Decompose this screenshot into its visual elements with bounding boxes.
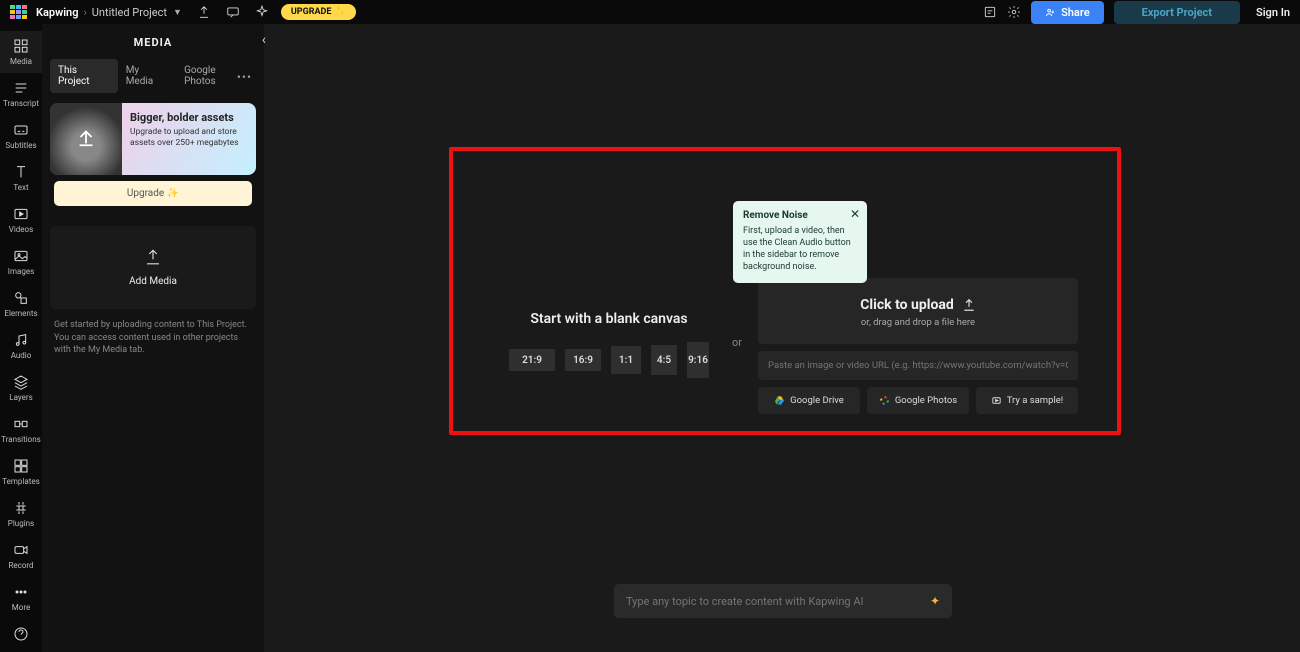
- add-media-button[interactable]: Add Media: [50, 226, 256, 309]
- promo-title: Bigger, bolder assets: [130, 111, 248, 124]
- tab-this-project[interactable]: This Project: [50, 59, 118, 93]
- google-drive-button[interactable]: Google Drive: [758, 387, 860, 414]
- sparkle-icon[interactable]: [255, 5, 269, 19]
- project-dropdown-chevron[interactable]: ▼: [173, 7, 182, 18]
- kapwing-logo: [10, 5, 28, 19]
- sidebar-item-images[interactable]: Images: [0, 241, 42, 283]
- tab-my-media[interactable]: My Media: [118, 59, 176, 93]
- sidebar-item-subtitles[interactable]: Subtitles: [0, 115, 42, 157]
- tooltip-body: First, upload a video, then use the Clea…: [743, 225, 857, 274]
- ratio-16-9[interactable]: 16:9: [565, 349, 601, 371]
- sidebar-item-plugins[interactable]: Plugins: [0, 493, 42, 535]
- export-project-button[interactable]: Export Project: [1114, 1, 1240, 24]
- sidebar-item-elements[interactable]: Elements: [0, 283, 42, 325]
- media-tabs: This Project My Media Google Photos: [42, 59, 264, 93]
- try-sample-button[interactable]: Try a sample!: [976, 387, 1078, 414]
- share-button[interactable]: Share: [1031, 1, 1104, 24]
- panel-hint-text: Get started by uploading content to This…: [42, 309, 264, 367]
- sidebar-item-record[interactable]: Record: [0, 535, 42, 577]
- start-title: Start with a blank canvas: [509, 311, 709, 327]
- ai-prompt-bar[interactable]: ✦: [614, 584, 952, 618]
- or-divider: or: [732, 336, 742, 349]
- left-sidebar: Media Transcript Subtitles Text Videos I…: [0, 24, 42, 652]
- sidebar-item-transitions[interactable]: Transitions: [0, 409, 42, 451]
- upgrade-button[interactable]: Upgrade ✨: [54, 181, 252, 206]
- ratio-1-1[interactable]: 1:1: [611, 346, 641, 374]
- comment-icon[interactable]: [226, 5, 240, 19]
- google-drive-icon: [774, 395, 785, 406]
- settings-icon[interactable]: [1007, 5, 1021, 19]
- media-panel: ‹ MEDIA ••• This Project My Media Google…: [42, 24, 264, 652]
- sidebar-item-media[interactable]: Media: [0, 31, 42, 73]
- canvas-area: Start with a blank canvas 21:9 16:9 1:1 …: [264, 24, 1300, 652]
- upload-section: Click to upload or, drag and drop a file…: [758, 278, 1078, 414]
- promo-description: Upgrade to upload and store assets over …: [130, 127, 248, 149]
- sidebar-item-videos[interactable]: Videos: [0, 199, 42, 241]
- sidebar-help[interactable]: [0, 619, 42, 652]
- sign-in-link[interactable]: Sign In: [1256, 6, 1290, 19]
- google-photos-icon: [879, 395, 890, 406]
- upload-dropzone[interactable]: Click to upload or, drag and drop a file…: [758, 278, 1078, 344]
- upload-arrow-icon: [75, 126, 97, 153]
- remove-noise-tooltip: ✕ Remove Noise First, upload a video, th…: [733, 201, 867, 283]
- sidebar-item-layers[interactable]: Layers: [0, 367, 42, 409]
- blank-canvas-section: Start with a blank canvas 21:9 16:9 1:1 …: [509, 311, 709, 385]
- google-photos-button[interactable]: Google Photos: [867, 387, 969, 414]
- sidebar-item-templates[interactable]: Templates: [0, 451, 42, 493]
- breadcrumb-project[interactable]: Untitled Project: [92, 6, 167, 19]
- upload-title: Click to upload: [860, 297, 953, 313]
- upgrade-pill[interactable]: UPGRADE✨: [281, 4, 356, 20]
- tooltip-title: Remove Noise: [743, 210, 857, 221]
- ai-sparkle-icon[interactable]: ✦: [930, 594, 940, 608]
- sidebar-item-text[interactable]: Text: [0, 157, 42, 199]
- sidebar-item-more[interactable]: More: [0, 577, 42, 619]
- notifications-icon[interactable]: [983, 5, 997, 19]
- breadcrumb-brand[interactable]: Kapwing: [36, 6, 78, 19]
- sidebar-item-transcript[interactable]: Transcript: [0, 73, 42, 115]
- panel-title: MEDIA: [42, 24, 264, 59]
- top-bar: Kapwing › Untitled Project ▼ UPGRADE✨ Sh…: [0, 0, 1300, 24]
- promo-thumbnail: [50, 103, 122, 175]
- panel-collapse-icon[interactable]: ‹: [262, 32, 266, 48]
- upload-subtitle: or, drag and drop a file here: [768, 317, 1068, 328]
- url-input[interactable]: [758, 351, 1078, 380]
- ratio-21-9[interactable]: 21:9: [509, 349, 555, 371]
- ai-prompt-input[interactable]: [626, 595, 930, 608]
- ratio-4-5[interactable]: 4:5: [651, 345, 677, 375]
- tooltip-close-icon[interactable]: ✕: [850, 207, 860, 221]
- sidebar-item-audio[interactable]: Audio: [0, 325, 42, 367]
- upgrade-promo-card: Bigger, bolder assets Upgrade to upload …: [50, 103, 256, 175]
- export-icon[interactable]: [197, 5, 211, 19]
- panel-menu-icon[interactable]: •••: [237, 70, 252, 84]
- breadcrumb-separator: ›: [83, 6, 86, 19]
- sample-icon: [991, 395, 1002, 406]
- ratio-9-16[interactable]: 9:16: [687, 342, 709, 378]
- upload-icon: [962, 298, 976, 312]
